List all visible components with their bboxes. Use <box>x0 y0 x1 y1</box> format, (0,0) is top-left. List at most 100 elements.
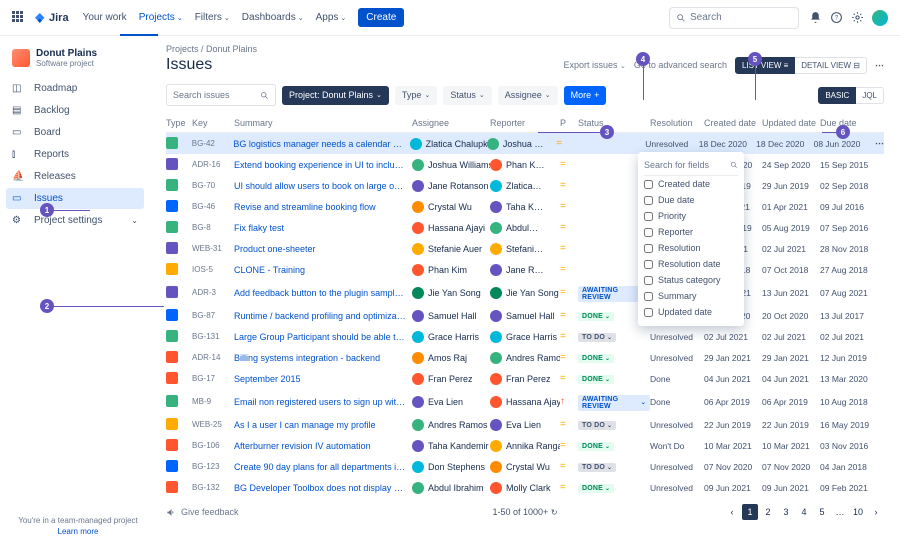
issue-key[interactable]: BG-87 <box>192 311 234 320</box>
issue-row[interactable]: WEB-31Product one-sheeterStefanie AuerSt… <box>166 238 884 259</box>
sidebar-item-releases[interactable]: ⛵Releases <box>6 166 144 187</box>
assignee[interactable]: Amos Raj <box>412 352 490 364</box>
issue-summary[interactable]: As I a user I can manage my profile <box>234 420 412 430</box>
field-option[interactable]: Summary <box>644 288 738 304</box>
issue-key[interactable]: BG-132 <box>192 483 234 492</box>
issue-summary[interactable]: Fix flaky test <box>234 223 412 233</box>
breadcrumb[interactable]: Projects / Donut Plains <box>166 44 884 54</box>
reporter[interactable]: Crystal Wu <box>490 461 560 473</box>
nav-projects[interactable]: Projects⌄ <box>139 12 183 23</box>
global-search[interactable]: Search <box>669 7 799 29</box>
col-due-date[interactable]: Due date <box>820 118 878 128</box>
status[interactable]: DONE⌄ <box>578 373 650 384</box>
col-assignee[interactable]: Assignee <box>412 118 490 128</box>
page-2[interactable]: 2 <box>760 504 776 520</box>
assignee[interactable]: Jane Rotanson <box>412 180 490 192</box>
col-type[interactable]: Type <box>166 118 192 128</box>
issue-summary[interactable]: BG Developer Toolbox does not display by… <box>234 483 412 493</box>
issue-row[interactable]: IOS-5CLONE - TrainingPhan KimJane R…=Don… <box>166 259 884 280</box>
field-option[interactable]: Reporter <box>644 224 738 240</box>
col-resolution[interactable]: Resolution <box>650 118 704 128</box>
more-actions-icon[interactable]: ⋯ <box>875 60 884 71</box>
assignee[interactable]: Grace Harris <box>412 331 490 343</box>
issue-row[interactable]: BG-131Large Group Participant should be … <box>166 326 884 347</box>
detail-view-button[interactable]: DETAIL VIEW ⊟ <box>795 57 867 74</box>
reporter[interactable]: Phan K… <box>490 159 560 171</box>
issue-summary[interactable]: BG logistics manager needs a calendar vi… <box>233 139 409 149</box>
create-button[interactable]: Create <box>358 8 404 27</box>
export-issues-link[interactable]: Export issues ⌄ <box>563 60 625 70</box>
issue-row[interactable]: ADR-3Add feedback button to the plugin s… <box>166 280 884 305</box>
assignee[interactable]: Joshua Williams <box>412 159 490 171</box>
assignee[interactable]: Fran Perez <box>412 373 490 385</box>
assignee[interactable]: Jie Yan Song <box>412 287 490 299</box>
reporter[interactable]: Jane R… <box>490 264 560 276</box>
assignee[interactable]: Stefanie Auer <box>412 243 490 255</box>
sidebar-item-board[interactable]: ▭Board <box>6 122 144 143</box>
issue-key[interactable]: BG-42 <box>192 139 234 148</box>
assignee[interactable]: Zlatica Chalupka <box>410 138 487 150</box>
issue-key[interactable]: BG-123 <box>192 462 234 471</box>
assignee[interactable]: Hassana Ajayi <box>412 222 490 234</box>
page-next[interactable]: › <box>868 504 884 520</box>
page-3[interactable]: 3 <box>778 504 794 520</box>
issue-summary[interactable]: Create 90 day plans for all departments … <box>234 462 412 472</box>
issue-key[interactable]: ADR-14 <box>192 353 234 362</box>
page-prev[interactable]: ‹ <box>724 504 740 520</box>
col-summary[interactable]: Summary <box>234 118 412 128</box>
col-key[interactable]: Key <box>192 118 234 128</box>
assignee[interactable]: Don Stephens <box>412 461 490 473</box>
row-actions[interactable]: ⋯ <box>875 138 884 149</box>
field-option[interactable]: Priority <box>644 208 738 224</box>
field-option[interactable]: Status category <box>644 272 738 288</box>
sidebar-item-backlog[interactable]: ▤Backlog <box>6 100 144 121</box>
issue-summary[interactable]: UI should allow users to book on large o… <box>234 181 412 191</box>
assignee-filter-pill[interactable]: Assignee⌄ <box>498 86 558 105</box>
field-option[interactable]: Created date <box>644 176 738 192</box>
issue-summary[interactable]: Product one-sheeter <box>234 244 412 254</box>
more-filter-pill[interactable]: More + <box>564 86 607 105</box>
issue-row[interactable]: BG-17September 2015Fran PerezFran Perez=… <box>166 368 884 389</box>
list-view-button[interactable]: LIST VIEW ≡ <box>735 57 795 74</box>
issue-key[interactable]: BG-46 <box>192 202 234 211</box>
reporter[interactable]: Samuel Hall <box>490 310 560 322</box>
page-1[interactable]: 1 <box>742 504 758 520</box>
status[interactable]: DONE⌄ <box>578 482 650 493</box>
search-issues-input[interactable]: Search issues <box>166 84 276 106</box>
assignee[interactable]: Andres Ramos <box>412 419 490 431</box>
fields-search[interactable]: Search for fields <box>644 158 738 176</box>
assignee[interactable]: Crystal Wu <box>412 201 490 213</box>
col-p[interactable]: P <box>560 118 578 128</box>
issue-summary[interactable]: Billing systems integration - backend <box>234 353 412 363</box>
issue-summary[interactable]: Email non registered users to sign up wi… <box>234 397 412 407</box>
give-feedback-link[interactable]: Give feedback <box>166 507 239 518</box>
page-…[interactable]: … <box>832 504 848 520</box>
notifications-icon[interactable] <box>809 11 822 24</box>
reporter[interactable]: Taha K… <box>490 201 560 213</box>
col-reporter[interactable]: Reporter <box>490 118 560 128</box>
assignee[interactable]: Eva Lien <box>412 396 490 408</box>
nav-dashboards[interactable]: Dashboards⌄ <box>242 12 304 23</box>
reporter[interactable]: Abdul… <box>490 222 560 234</box>
reporter[interactable]: Fran Perez <box>490 373 560 385</box>
issue-key[interactable]: WEB-25 <box>192 420 234 429</box>
type-filter-pill[interactable]: Type⌄ <box>395 86 437 105</box>
issue-row[interactable]: BG-132BG Developer Toolbox does not disp… <box>166 477 884 498</box>
field-option[interactable]: Resolution <box>644 240 738 256</box>
reporter[interactable]: Grace Harris <box>490 331 560 343</box>
assignee[interactable]: Phan Kim <box>412 264 490 276</box>
sidebar-item-roadmap[interactable]: ◫Roadmap <box>6 78 144 99</box>
status[interactable]: DONE⌄ <box>578 352 650 363</box>
jira-logo[interactable]: Jira <box>34 12 69 24</box>
reporter[interactable]: Jie Yan Song <box>490 287 560 299</box>
issue-summary[interactable]: CLONE - Training <box>234 265 412 275</box>
nav-apps[interactable]: Apps⌄ <box>316 12 347 23</box>
settings-icon[interactable] <box>851 11 864 24</box>
issue-row[interactable]: BG-42BG logistics manager needs a calend… <box>166 133 884 154</box>
assignee[interactable]: Samuel Hall <box>412 310 490 322</box>
issue-summary[interactable]: Revise and streamline booking flow <box>234 202 412 212</box>
status[interactable]: AWAITING REVIEW⌄ <box>578 393 650 411</box>
issue-row[interactable]: BG-8Fix flaky testHassana AjayiAbdul…=Un… <box>166 217 884 238</box>
issue-row[interactable]: BG-123Create 90 day plans for all depart… <box>166 456 884 477</box>
status[interactable]: TO DO⌄ <box>578 461 650 472</box>
